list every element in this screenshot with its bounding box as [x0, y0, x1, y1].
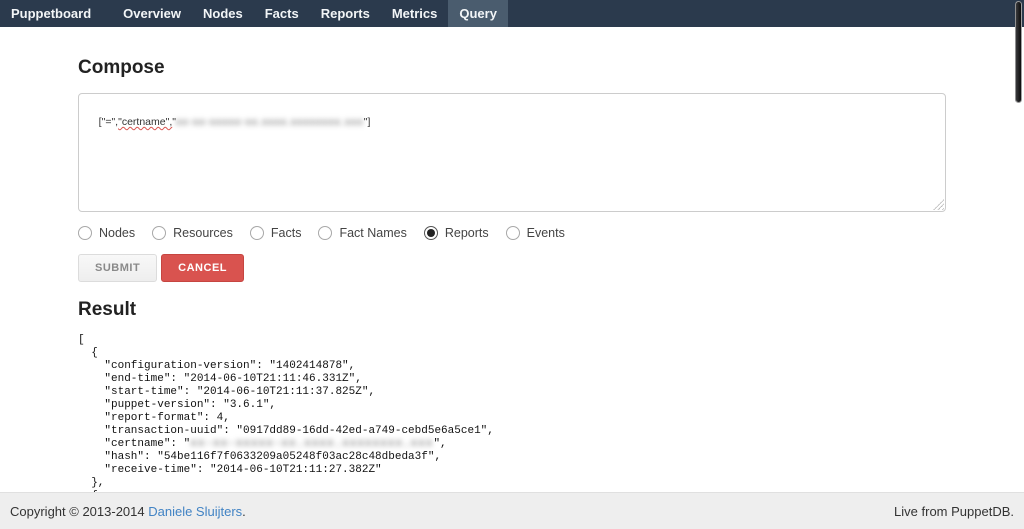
query-text-certname: "certname", — [118, 116, 172, 128]
radio-icon[interactable] — [78, 226, 92, 240]
copyright-text: Copyright © 2013-2014 — [10, 504, 148, 519]
footer: Copyright © 2013-2014 Daniele Sluijters.… — [0, 492, 1024, 529]
result-line: { — [78, 347, 946, 360]
compose-heading: Compose — [78, 57, 946, 79]
nav-item-query[interactable]: Query — [448, 0, 508, 27]
endpoint-option-fact-names[interactable]: Fact Names — [318, 226, 406, 240]
form-buttons: SUBMIT CANCEL — [78, 254, 946, 282]
result-line: "transaction-uuid": "0917dd89-16dd-42ed-… — [78, 425, 946, 438]
result-line: "certname": "xx-xx-xxxxx-xx.xxxx.xxxxxxx… — [78, 438, 946, 451]
radio-icon[interactable] — [424, 226, 438, 240]
result-line: "receive-time": "2014-06-10T21:11:27.382… — [78, 464, 946, 477]
result-line: }, — [78, 477, 946, 490]
radio-icon[interactable] — [152, 226, 166, 240]
endpoint-option-nodes[interactable]: Nodes — [78, 226, 135, 240]
nav-item-overview[interactable]: Overview — [112, 0, 192, 27]
nav-item-metrics[interactable]: Metrics — [381, 0, 449, 27]
endpoint-option-reports[interactable]: Reports — [424, 226, 489, 240]
navbar-items: OverviewNodesFactsReportsMetricsQuery — [112, 0, 508, 27]
endpoint-radio-group: Nodes Resources Facts Fact Names Reports Even… — [78, 226, 946, 240]
endpoint-option-facts[interactable]: Facts — [250, 226, 302, 240]
nav-item-reports[interactable]: Reports — [310, 0, 381, 27]
footer-live-status: Live from PuppetDB. — [894, 504, 1014, 519]
main-content: Compose ["=","certname","xx-xx-xxxxx-xx.… — [0, 57, 1024, 503]
radio-icon[interactable] — [318, 226, 332, 240]
cancel-button[interactable]: CANCEL — [161, 254, 244, 282]
radio-label: Nodes — [99, 226, 135, 240]
radio-label: Reports — [445, 226, 489, 240]
radio-icon[interactable] — [506, 226, 520, 240]
result-line: "configuration-version": "1402414878", — [78, 360, 946, 373]
query-redacted-hostname: xx-xx-xxxxx-xx.xxxx.xxxxxxxx.xxx — [176, 116, 364, 128]
submit-button[interactable]: SUBMIT — [78, 254, 157, 282]
vertical-scrollbar-thumb[interactable] — [1015, 1, 1022, 103]
radio-icon[interactable] — [250, 226, 264, 240]
radio-label: Facts — [271, 226, 302, 240]
radio-label: Resources — [173, 226, 233, 240]
result-heading: Result — [78, 299, 946, 321]
result-line: [ — [78, 334, 946, 347]
footer-copyright: Copyright © 2013-2014 Daniele Sluijters. — [10, 504, 246, 519]
result-line: "hash": "54be116f7f0633209a05248f03ac28c… — [78, 451, 946, 464]
endpoint-option-resources[interactable]: Resources — [152, 226, 233, 240]
query-text-prefix: ["=", — [99, 116, 118, 128]
query-text-suffix: "] — [364, 116, 371, 128]
nav-item-facts[interactable]: Facts — [254, 0, 310, 27]
result-redacted-certname: xx-xx-xxxxx-xx.xxxx.xxxxxxxx.xxx — [190, 438, 433, 450]
author-link[interactable]: Daniele Sluijters — [148, 504, 242, 519]
navbar-brand[interactable]: Puppetboard — [0, 0, 102, 27]
result-line: "start-time": "2014-06-10T21:11:37.825Z"… — [78, 386, 946, 399]
radio-label: Fact Names — [339, 226, 406, 240]
endpoint-option-events[interactable]: Events — [506, 226, 565, 240]
result-certname-suffix: ", — [433, 438, 446, 450]
result-json-output: [ { "configuration-version": "1402414878… — [78, 334, 946, 503]
result-certname-key: "certname": " — [78, 438, 190, 450]
query-textarea[interactable]: ["=","certname","xx-xx-xxxxx-xx.xxxx.xxx… — [78, 93, 946, 212]
radio-label: Events — [527, 226, 565, 240]
result-line: "puppet-version": "3.6.1", — [78, 399, 946, 412]
result-line: "end-time": "2014-06-10T21:11:46.331Z", — [78, 373, 946, 386]
result-line: "report-format": 4, — [78, 412, 946, 425]
textarea-resize-handle[interactable] — [933, 199, 944, 210]
top-navbar: Puppetboard OverviewNodesFactsReportsMet… — [0, 0, 1024, 27]
nav-item-nodes[interactable]: Nodes — [192, 0, 254, 27]
copyright-period: . — [242, 504, 246, 519]
